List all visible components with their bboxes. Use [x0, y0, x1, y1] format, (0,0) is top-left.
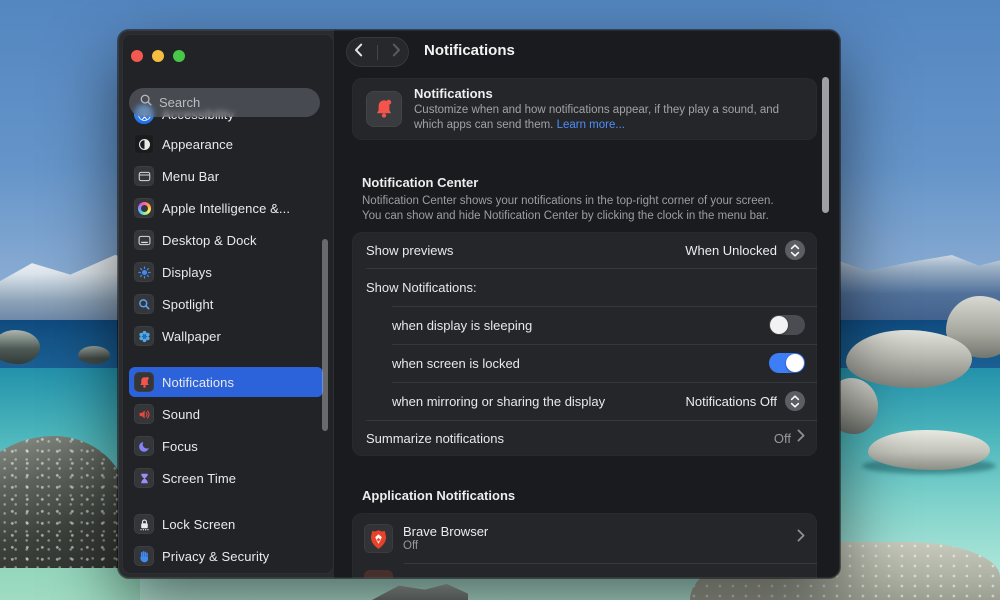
hero-text: Notifications Customize when and how not…: [414, 86, 779, 133]
lock-screen-icon: [134, 514, 154, 534]
notification-center-description: Notification Center shows your notificat…: [362, 194, 774, 224]
when-display-sleeping-toggle[interactable]: [769, 315, 805, 335]
apple-intelligence-icon: [134, 198, 154, 218]
chevron-right-icon: [797, 529, 805, 547]
sidebar-item-lock-screen[interactable]: Lock Screen: [129, 508, 323, 540]
show-previews-row: Show previews When Unlocked: [352, 232, 817, 268]
summarize-value: Off: [774, 431, 791, 446]
desktop: Accessibility: [0, 0, 1000, 600]
wallpaper-icon: [134, 326, 154, 346]
when-screen-locked-row: when screen is locked: [352, 344, 817, 382]
wallpaper-rock: [846, 330, 972, 388]
learn-more-link[interactable]: Learn more...: [557, 119, 625, 131]
app-status: Off: [403, 540, 488, 552]
app-name: Brave Browser: [403, 524, 488, 539]
sidebar-item-screen-time[interactable]: Screen Time: [129, 462, 323, 494]
brave-icon: [364, 524, 393, 553]
sidebar: Accessibility: [122, 34, 334, 574]
show-previews-dropdown[interactable]: [785, 240, 805, 260]
when-mirroring-dropdown[interactable]: [785, 391, 805, 411]
application-notifications-heading: Application Notifications: [362, 488, 515, 503]
wallpaper-rock: [868, 430, 990, 470]
sidebar-item-wallpaper[interactable]: Wallpaper: [129, 320, 323, 352]
sidebar-item-focus[interactable]: Focus: [129, 430, 323, 462]
search-input[interactable]: [159, 95, 289, 110]
notifications-icon: [366, 91, 402, 127]
hero-title: Notifications: [414, 86, 779, 101]
main-scrollbar[interactable]: [822, 77, 829, 213]
sidebar-item-spotlight[interactable]: Spotlight: [129, 288, 323, 320]
navigation-buttons: [346, 37, 409, 67]
summarize-notifications-row[interactable]: Summarize notifications Off: [352, 420, 817, 456]
show-previews-value: When Unlocked: [685, 243, 777, 258]
sidebar-item-label: Appearance: [162, 137, 233, 152]
hero-description: Customize when and how notifications app…: [414, 103, 779, 133]
privacy-security-icon: [134, 546, 154, 566]
when-mirroring-value: Notifications Off: [685, 394, 777, 409]
when-mirroring-row: when mirroring or sharing the display No…: [352, 382, 817, 420]
notification-center-heading: Notification Center: [362, 175, 478, 190]
application-notifications-card: Brave Browser Off: [352, 513, 817, 578]
sidebar-item-desktop-dock[interactable]: Desktop & Dock: [129, 224, 323, 256]
sidebar-item-label: Spotlight: [162, 297, 214, 312]
menu-bar-icon: [134, 166, 154, 186]
sidebar-item-label: Sound: [162, 407, 200, 422]
sidebar-item-label: Wallpaper: [162, 329, 221, 344]
sidebar-item-label: Lock Screen: [162, 517, 235, 532]
zoom-window-button[interactable]: [173, 50, 185, 62]
sidebar-scrollbar[interactable]: [322, 239, 328, 431]
screen-time-icon: [134, 468, 154, 488]
sidebar-item-privacy-security[interactable]: Privacy & Security: [129, 540, 323, 572]
sidebar-item-label: Menu Bar: [162, 169, 219, 184]
notifications-icon: [134, 372, 154, 392]
notifications-hero-card: Notifications Customize when and how not…: [352, 78, 817, 140]
minimize-window-button[interactable]: [152, 50, 164, 62]
sidebar-item-displays[interactable]: Displays: [129, 256, 323, 288]
sidebar-item-label: Displays: [162, 265, 212, 280]
app-row-partial: [364, 570, 431, 578]
when-screen-locked-toggle[interactable]: [769, 353, 805, 373]
sidebar-item-label: Desktop & Dock: [162, 233, 257, 248]
nav-separator: [377, 45, 378, 60]
notification-center-card: Show previews When Unlocked Show Notific…: [352, 232, 817, 456]
app-text: Brave Browser Off: [403, 524, 488, 552]
app-row-brave[interactable]: Brave Browser Off: [352, 513, 817, 563]
sidebar-item-appearance[interactable]: Appearance: [129, 128, 323, 160]
sound-icon: [134, 404, 154, 424]
search-field[interactable]: [129, 88, 320, 117]
app-icon-partial: [364, 570, 393, 578]
settings-main-pane: Notifications Notifications Customize wh…: [334, 30, 840, 578]
sidebar-item-label: Screen Time: [162, 471, 236, 486]
displays-icon: [134, 262, 154, 282]
show-notifications-row: Show Notifications:: [352, 268, 817, 306]
sidebar-item-label: Focus: [162, 439, 198, 454]
chevron-right-icon: [797, 429, 805, 447]
sidebar-item-sound[interactable]: Sound: [129, 398, 323, 430]
desktop-dock-icon: [134, 230, 154, 250]
focus-icon: [134, 436, 154, 456]
sidebar-item-apple-intelligence[interactable]: Apple Intelligence &...: [129, 192, 323, 224]
forward-button[interactable]: [391, 43, 402, 62]
when-display-sleeping-row: when display is sleeping: [352, 306, 817, 344]
wallpaper-rock: [78, 346, 110, 364]
sidebar-item-label: Privacy & Security: [162, 549, 269, 564]
sidebar-list: Appearance Menu Bar Apple Int: [129, 128, 329, 572]
sidebar-item-menu-bar[interactable]: Menu Bar: [129, 160, 323, 192]
close-window-button[interactable]: [131, 50, 143, 62]
sidebar-item-label: Notifications: [162, 375, 234, 390]
spotlight-icon: [134, 294, 154, 314]
appearance-icon: [134, 134, 154, 154]
back-button[interactable]: [353, 43, 364, 62]
divider: [404, 563, 817, 564]
system-settings-window: Accessibility: [118, 30, 840, 578]
page-title: Notifications: [424, 42, 515, 59]
sidebar-item-notifications[interactable]: Notifications: [129, 367, 323, 397]
sidebar-item-label: Apple Intelligence &...: [162, 201, 290, 216]
search-icon: [139, 93, 153, 112]
